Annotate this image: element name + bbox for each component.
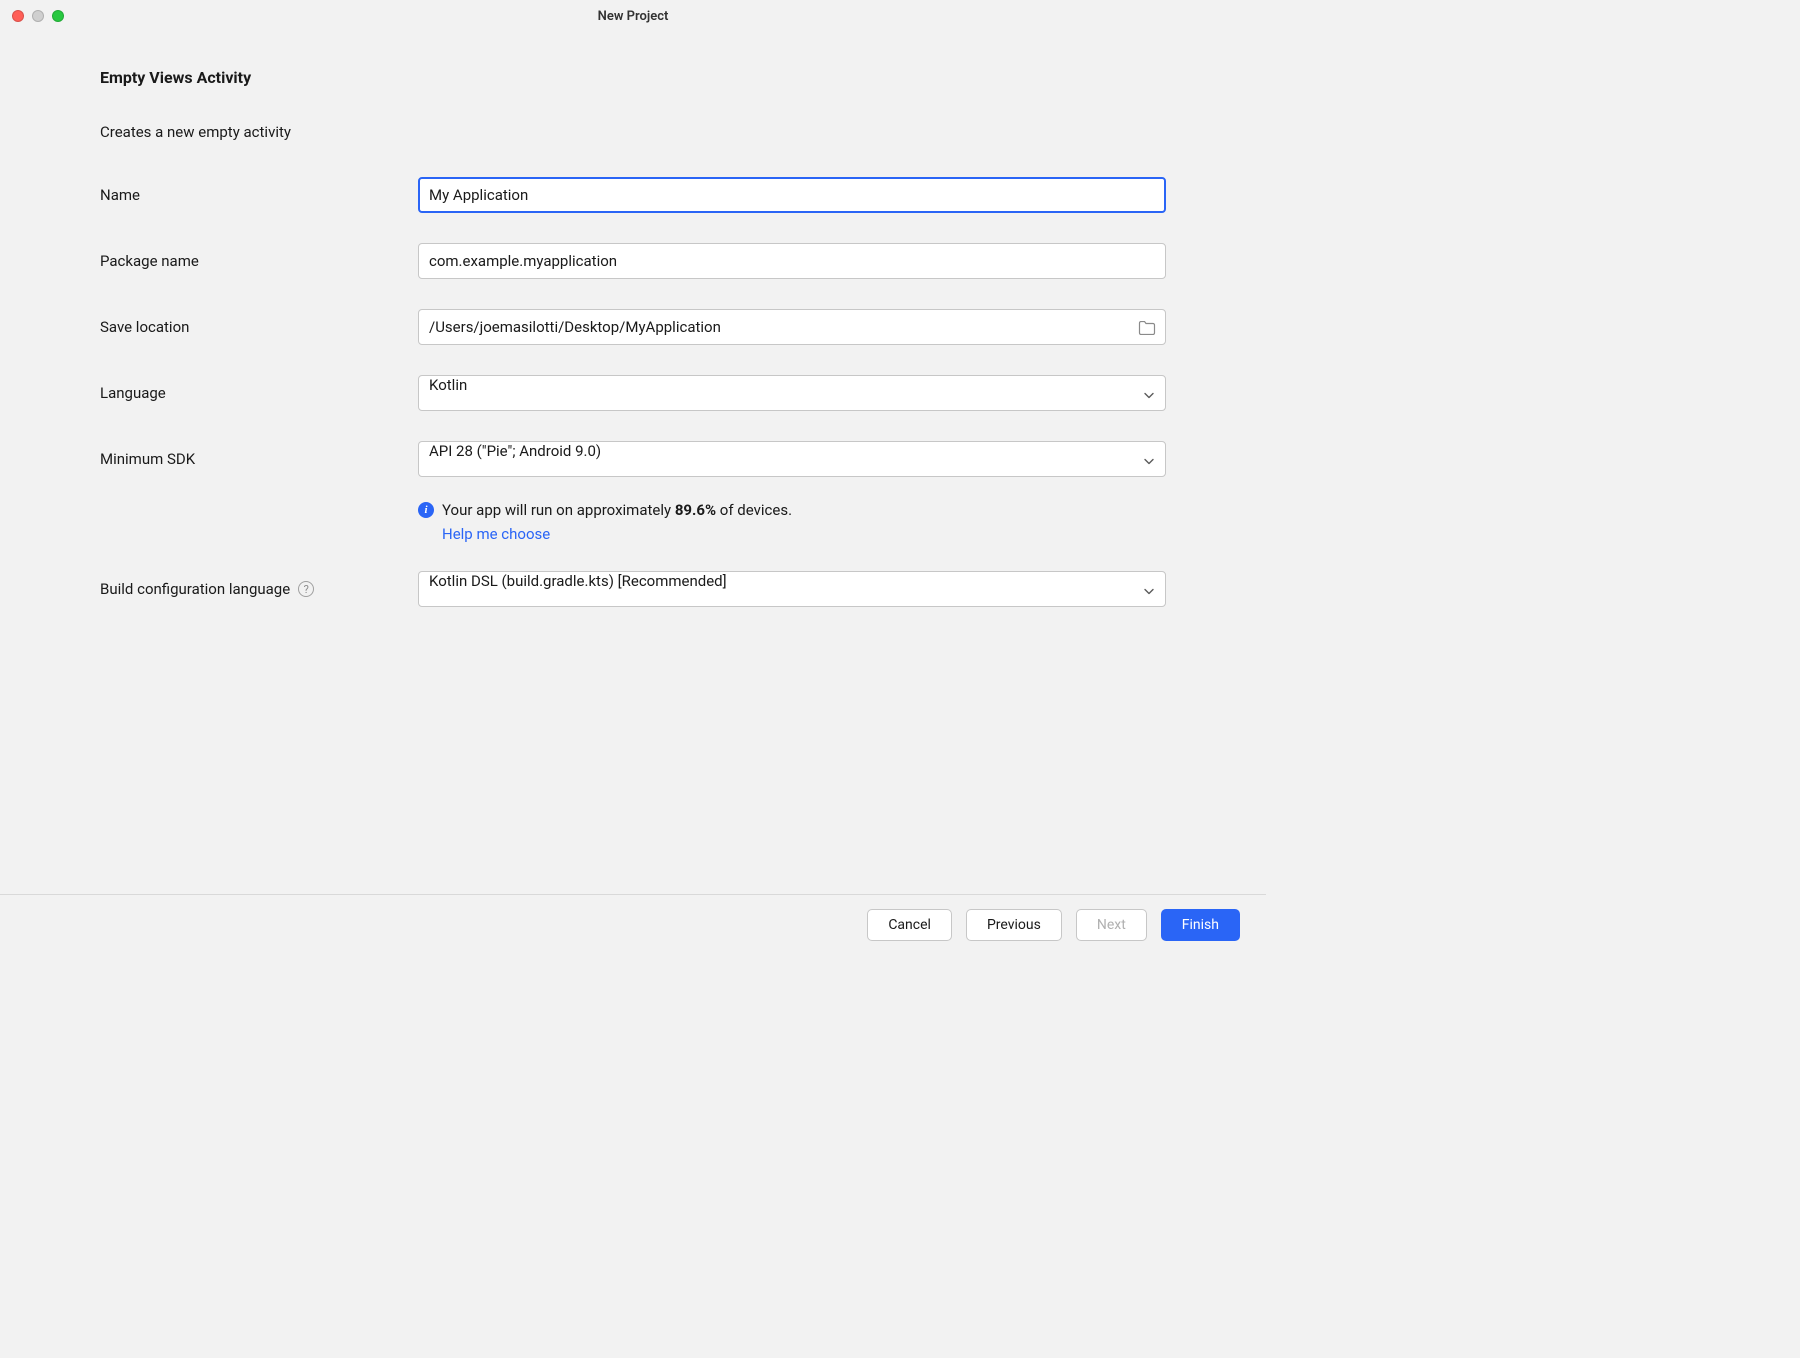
- page-heading: Empty Views Activity: [100, 68, 1166, 87]
- form-row-save-location: Save location: [100, 309, 1166, 345]
- form-row-build-config: Build configuration language ? Kotlin DS…: [100, 571, 1166, 607]
- folder-icon[interactable]: [1138, 320, 1156, 334]
- sdk-coverage-text: Your app will run on approximately 89.6%…: [442, 501, 792, 519]
- info-percent: 89.6%: [675, 501, 716, 519]
- maximize-window-button[interactable]: [52, 10, 64, 22]
- sdk-info: i Your app will run on approximately 89.…: [418, 501, 1166, 543]
- minimize-window-button[interactable]: [32, 10, 44, 22]
- window-title: New Project: [12, 9, 1254, 24]
- build-config-select[interactable]: Kotlin DSL (build.gradle.kts) [Recommend…: [418, 571, 1166, 607]
- info-prefix: Your app will run on approximately: [442, 501, 675, 519]
- save-location-input[interactable]: [418, 309, 1166, 345]
- titlebar: New Project: [0, 0, 1266, 32]
- page-subtitle: Creates a new empty activity: [100, 123, 1166, 141]
- info-suffix: of devices.: [716, 501, 792, 519]
- name-input[interactable]: [418, 177, 1166, 213]
- form-row-minimum-sdk: Minimum SDK API 28 ("Pie"; Android 9.0): [100, 441, 1166, 477]
- help-icon[interactable]: ?: [298, 581, 314, 597]
- traffic-lights: [12, 10, 64, 22]
- cancel-button[interactable]: Cancel: [867, 909, 952, 941]
- minimum-sdk-label: Minimum SDK: [100, 450, 418, 468]
- next-button: Next: [1076, 909, 1147, 941]
- previous-button[interactable]: Previous: [966, 909, 1062, 941]
- content-area: Empty Views Activity Creates a new empty…: [0, 32, 1266, 894]
- info-icon: i: [418, 502, 434, 518]
- package-name-input[interactable]: [418, 243, 1166, 279]
- help-me-choose-link[interactable]: Help me choose: [442, 525, 1166, 543]
- name-label: Name: [100, 186, 418, 204]
- finish-button[interactable]: Finish: [1161, 909, 1240, 941]
- form-row-name: Name: [100, 177, 1166, 213]
- new-project-window: New Project Empty Views Activity Creates…: [0, 0, 1266, 955]
- footer: Cancel Previous Next Finish: [0, 894, 1266, 955]
- save-location-label: Save location: [100, 318, 418, 336]
- build-config-label: Build configuration language ?: [100, 580, 418, 598]
- build-config-label-text: Build configuration language: [100, 580, 290, 598]
- form-row-language: Language Kotlin: [100, 375, 1166, 411]
- language-select[interactable]: Kotlin: [418, 375, 1166, 411]
- package-name-label: Package name: [100, 252, 418, 270]
- form-row-package-name: Package name: [100, 243, 1166, 279]
- minimum-sdk-select[interactable]: API 28 ("Pie"; Android 9.0): [418, 441, 1166, 477]
- close-window-button[interactable]: [12, 10, 24, 22]
- language-label: Language: [100, 384, 418, 402]
